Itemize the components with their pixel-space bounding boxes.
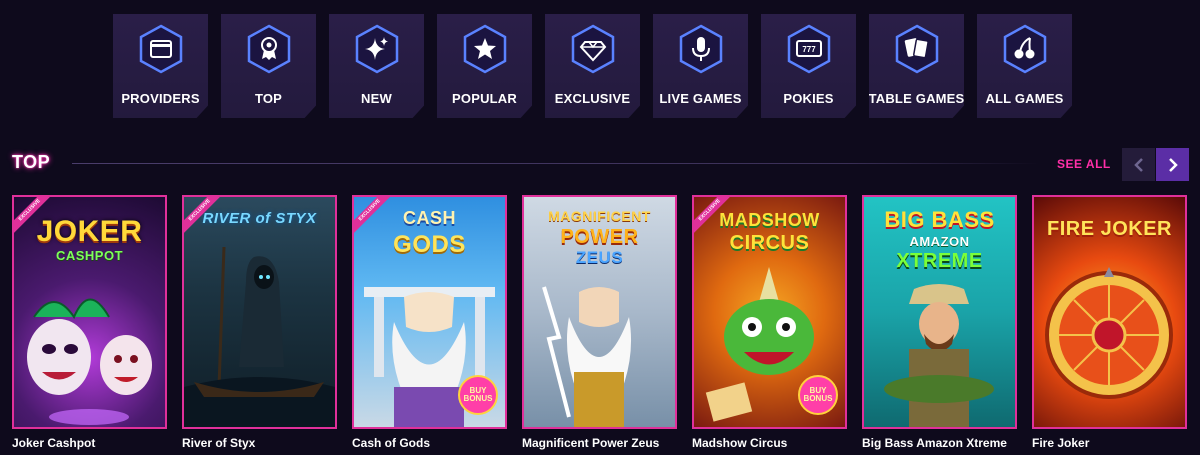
game-logo: JOKER [36,215,143,248]
game-title: Big Bass Amazon Xtreme [862,436,1007,450]
game-logo-third: XTREME [896,250,983,272]
section-title: TOP [12,152,51,172]
game-card[interactable]: MADSHOW CIRCUS BUY BONUS EXCLUSIVE Madsh… [692,195,847,450]
buy-bonus-badge: BUY BONUS [458,375,498,415]
game-logo-sub: CIRCUS [729,232,810,254]
sparkle-icon [355,24,398,74]
game-title: Joker Cashpot [12,436,96,450]
wallet-icon [139,24,182,74]
game-card[interactable]: MAGNIFICENT POWER ZEUS Magnificent Power… [522,195,677,450]
game-thumbnail[interactable]: MAGNIFICENT POWER ZEUS [522,195,677,429]
chevron-right-icon [1168,157,1178,172]
category-label: TABLE GAMES [868,91,965,106]
section-divider [72,163,1040,164]
cards-icon [895,24,938,74]
category-new[interactable]: NEW [329,14,424,118]
game-card[interactable]: JOKER CASHPOT EXCLUSIVE Joker Cashpot [12,195,167,450]
game-thumbnail[interactable]: CASH GODS BUY BONUS EXCLUSIVE [352,195,507,429]
category-pokies[interactable]: 777 POKIES [761,14,856,118]
see-all-link[interactable]: SEE ALL [1057,157,1111,171]
category-providers[interactable]: PROVIDERS [113,14,208,118]
game-logo-sub: AMAZON [909,234,970,249]
game-thumbnail[interactable]: FIRE JOKER [1032,195,1187,429]
category-all-games[interactable]: ALL GAMES [977,14,1072,118]
game-logo: RIVER of STYX [202,210,317,227]
carousel-prev-button[interactable] [1122,148,1155,181]
category-exclusive[interactable]: EXCLUSIVE [545,14,640,118]
game-title: Cash of Gods [352,436,431,450]
category-bar: PROVIDERS TOP NEW POPULAR EXCLUSIVE LIVE… [113,14,1072,118]
game-thumbnail[interactable]: RIVER of STYX EXCLUSIVE [182,195,337,429]
game-logo-sub: POWER [560,226,639,248]
category-label: POPULAR [452,91,517,106]
category-label: LIVE GAMES [659,91,742,106]
category-popular[interactable]: POPULAR [437,14,532,118]
cherries-icon [1003,24,1046,74]
game-title: Fire Joker [1032,436,1090,450]
category-table-games[interactable]: TABLE GAMES [869,14,964,118]
category-label: PROVIDERS [121,91,200,106]
category-top[interactable]: TOP [221,14,316,118]
game-logo: FIRE JOKER [1046,218,1173,240]
game-logo: MADSHOW [719,210,820,230]
game-title: River of Styx [182,436,256,450]
game-logo: CASH [402,208,456,228]
game-thumbnail[interactable]: JOKER CASHPOT EXCLUSIVE [12,195,167,429]
slot-machine-icon: 777 [787,24,830,74]
game-card[interactable]: RIVER of STYX EXCLUSIVE River of Styx [182,195,337,450]
game-card[interactable]: BIG BASS AMAZON XTREME Big Bass Amazon X… [862,195,1017,450]
game-card[interactable]: CASH GODS BUY BONUS EXCLUSIVE Cash of Go… [352,195,507,450]
joker-art [27,298,152,425]
carousel-next-button[interactable] [1156,148,1189,181]
buy-bonus-badge: BUY BONUS [798,375,838,415]
game-thumbnail[interactable]: BIG BASS AMAZON XTREME [862,195,1017,429]
game-logo: MAGNIFICENT [548,208,651,224]
category-label: EXCLUSIVE [554,91,631,106]
svg-text:777: 777 [802,45,816,54]
medal-icon [247,24,290,74]
game-card[interactable]: FIRE JOKER Fire Joker [1032,195,1187,450]
game-thumbnail[interactable]: MADSHOW CIRCUS BUY BONUS EXCLUSIVE [692,195,847,429]
fisherman-art [884,284,994,427]
diamond-icon [571,24,614,74]
wheel-art [1045,267,1173,399]
ferryman-art [184,246,335,427]
category-label: ALL GAMES [985,91,1064,106]
category-live-games[interactable]: LIVE GAMES [653,14,748,118]
games-carousel: JOKER CASHPOT EXCLUSIVE Joker Cashpot RI… [12,195,1187,450]
game-logo-sub: GODS [393,231,466,258]
game-title: Magnificent Power Zeus [522,436,660,450]
chevron-left-icon [1133,157,1143,172]
game-logo: BIG BASS [884,207,995,232]
category-label: TOP [254,91,283,106]
game-logo-third: ZEUS [575,248,624,267]
category-label: POKIES [783,91,834,106]
star-icon [463,24,506,74]
category-label: NEW [361,91,392,106]
zeus-art [542,286,632,427]
microphone-icon [679,24,722,74]
game-title: Madshow Circus [692,436,788,450]
game-logo-sub: CASHPOT [55,248,124,263]
